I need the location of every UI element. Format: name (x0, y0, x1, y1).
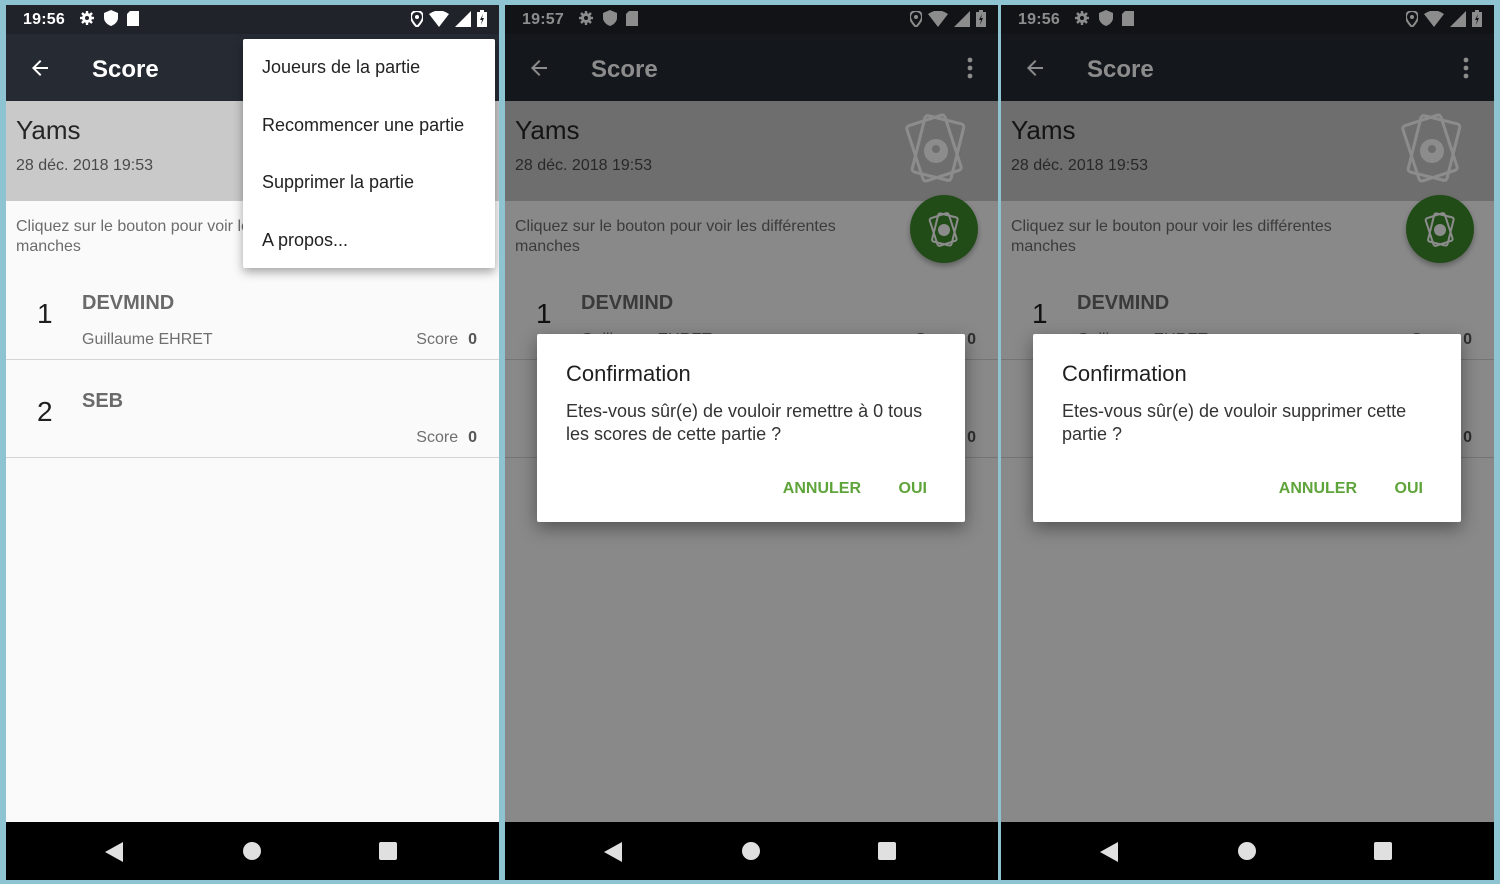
back-arrow-icon[interactable] (28, 56, 52, 80)
wifi-icon (429, 10, 449, 27)
dialog-title: Confirmation (566, 361, 691, 386)
nav-recent-icon[interactable] (379, 842, 397, 860)
gear-icon (80, 11, 94, 25)
screen-delete-dialog: 19:56 Score Yams 28 déc. 2018 19:53 Cliq… (1001, 5, 1494, 880)
nav-back-icon[interactable] (105, 842, 123, 862)
menu-item-players[interactable]: Joueurs de la partie (262, 57, 420, 78)
overflow-menu: Joueurs de la partie Recommencer une par… (243, 39, 495, 268)
team-name: SEB (82, 390, 124, 412)
score-list: 1 DEVMIND Guillaume EHRET Score 0 2 SEB S… (6, 262, 499, 458)
menu-item-about[interactable]: A propos... (262, 230, 348, 251)
player-name: Guillaume EHRET (82, 331, 213, 348)
game-name: Yams (16, 115, 81, 145)
ok-button[interactable]: OUI (1395, 480, 1423, 498)
cancel-button[interactable]: ANNULER (1279, 480, 1357, 498)
battery-icon (477, 10, 487, 27)
screen-reset-dialog: 19:57 Score Yams 28 déc. 2018 19:53 Cliq… (505, 5, 998, 880)
score-label: Score (416, 331, 459, 348)
score-label: Score (416, 429, 459, 446)
sd-card-icon (127, 10, 139, 26)
shield-icon (104, 10, 118, 26)
nav-home-icon[interactable] (243, 842, 261, 860)
screen-menu-open: 19:56 Score Yams 28 déc. 2018 19:53 Cliq… (6, 5, 499, 880)
nav-back-icon[interactable] (1100, 842, 1118, 862)
nav-bar (6, 822, 499, 880)
nav-home-icon[interactable] (1238, 842, 1256, 860)
table-row[interactable]: 2 SEB Score 0 (6, 360, 499, 458)
ok-button[interactable]: OUI (899, 480, 927, 498)
status-time: 19:56 (23, 11, 65, 28)
location-icon (411, 10, 423, 27)
score: Score 0 (416, 429, 477, 447)
page-title: Score (92, 56, 159, 83)
table-row[interactable]: 1 DEVMIND Guillaume EHRET Score 0 (6, 262, 499, 360)
nav-bar (1001, 822, 1494, 880)
confirm-delete-dialog: Confirmation Etes-vous sûr(e) de vouloir… (1033, 334, 1461, 522)
game-date: 28 déc. 2018 19:53 (16, 157, 154, 174)
menu-item-delete[interactable]: Supprimer la partie (262, 172, 414, 193)
cancel-button[interactable]: ANNULER (783, 480, 861, 498)
confirm-reset-dialog: Confirmation Etes-vous sûr(e) de vouloir… (537, 334, 965, 522)
score-value: 0 (468, 331, 477, 348)
nav-recent-icon[interactable] (1374, 842, 1392, 860)
nav-home-icon[interactable] (742, 842, 760, 860)
nav-back-icon[interactable] (604, 842, 622, 862)
dialog-message: Etes-vous sûr(e) de vouloir supprimer ce… (1062, 401, 1407, 444)
dialog-message: Etes-vous sûr(e) de vouloir remettre à 0… (566, 401, 923, 444)
rank: 1 (37, 298, 53, 329)
status-bar: 19:56 (6, 5, 499, 34)
score: Score 0 (416, 331, 477, 349)
score-value: 0 (468, 429, 477, 446)
dialog-title: Confirmation (1062, 361, 1187, 386)
nav-recent-icon[interactable] (878, 842, 896, 860)
nav-bar (505, 822, 998, 880)
menu-item-restart[interactable]: Recommencer une partie (262, 115, 464, 136)
rank: 2 (37, 396, 53, 427)
signal-icon (455, 10, 471, 27)
team-name: DEVMIND (82, 292, 175, 314)
